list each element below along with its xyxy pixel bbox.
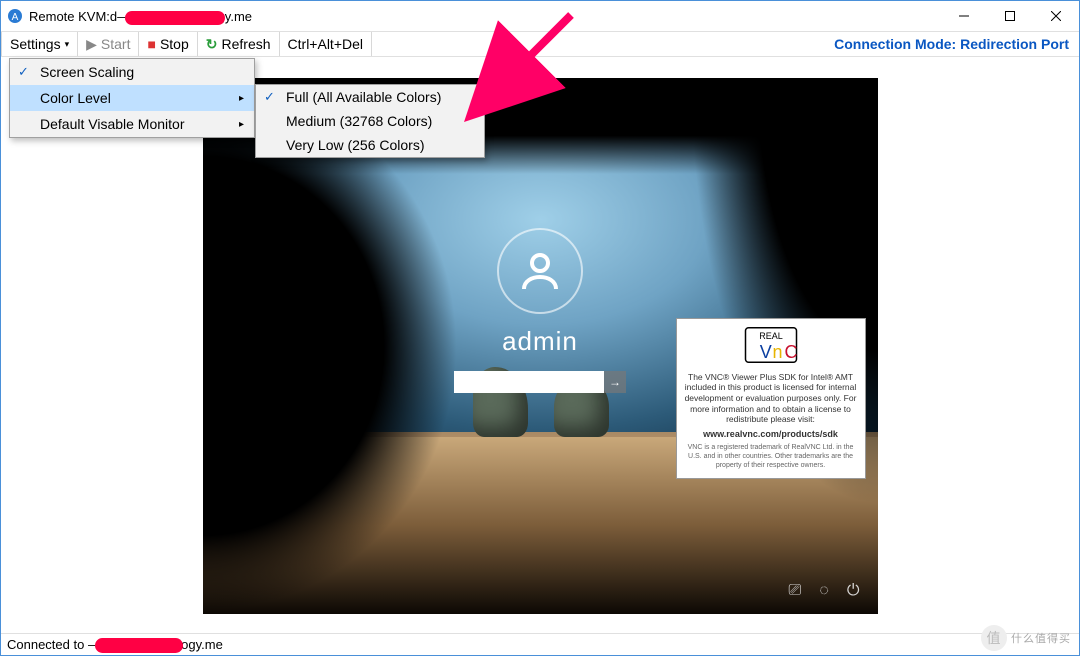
watermark-icon: 值 xyxy=(981,625,1007,651)
menu-default-monitor[interactable]: Default Visable Monitor ▸ xyxy=(10,111,254,137)
menu-label: Color Level xyxy=(40,90,111,106)
settings-menu-button[interactable]: Settings ▾ xyxy=(1,32,78,56)
password-row: → xyxy=(454,371,626,393)
svg-text:C: C xyxy=(784,342,797,362)
menu-label: Full (All Available Colors) xyxy=(286,89,441,105)
color-full[interactable]: Full (All Available Colors) xyxy=(256,85,484,109)
vnc-small-print: VNC is a registered trademark of RealVNC… xyxy=(685,444,857,470)
username-label: admin xyxy=(454,326,626,357)
connection-mode-label: Connection Mode: Redirection Port xyxy=(824,32,1079,56)
close-button[interactable] xyxy=(1033,1,1079,31)
vnc-text: The VNC® Viewer Plus SDK for Intel® AMT … xyxy=(685,372,857,425)
svg-text:REAL: REAL xyxy=(759,331,783,341)
start-label: Start xyxy=(101,36,131,52)
refresh-label: Refresh xyxy=(222,36,271,52)
statusbar: Connected to ————e.synology.me xyxy=(1,633,1079,655)
svg-text:V: V xyxy=(759,342,771,362)
play-icon: ▶ xyxy=(86,36,97,53)
svg-text:n: n xyxy=(772,342,782,362)
settings-label: Settings xyxy=(10,36,61,52)
ease-of-access-icon[interactable]: ◌ xyxy=(819,582,829,600)
menu-label: Very Low (256 Colors) xyxy=(286,137,425,153)
login-corner-icons: ⎚ ◌ ⏻ xyxy=(789,582,860,600)
color-verylow[interactable]: Very Low (256 Colors) xyxy=(256,133,484,157)
remote-screen[interactable]: admin → REAL V n C The VNC® Viewer Pl xyxy=(203,78,878,614)
refresh-icon: ↻ xyxy=(206,36,218,53)
cad-label: Ctrl+Alt+Del xyxy=(288,36,363,52)
stop-label: Stop xyxy=(160,36,189,52)
app-icon: A xyxy=(7,8,23,24)
window-controls xyxy=(941,1,1079,31)
watermark: 值 什么值得买 xyxy=(981,625,1071,651)
menu-label: Screen Scaling xyxy=(40,64,134,80)
svg-text:A: A xyxy=(12,12,19,23)
window-title: Remote KVM:d————e.synology.me xyxy=(29,9,252,24)
color-medium[interactable]: Medium (32768 Colors) xyxy=(256,109,484,133)
password-input[interactable] xyxy=(454,371,604,393)
titlebar: A Remote KVM:d————e.synology.me xyxy=(1,1,1079,31)
ctrl-alt-del-button[interactable]: Ctrl+Alt+Del xyxy=(280,32,372,56)
color-level-submenu: Full (All Available Colors) Medium (3276… xyxy=(255,84,485,158)
user-avatar-icon xyxy=(497,228,583,314)
refresh-button[interactable]: ↻ Refresh xyxy=(198,32,280,56)
windows-login: admin → xyxy=(454,228,626,393)
titlebar-left: A Remote KVM:d————e.synology.me xyxy=(7,8,252,24)
watermark-text: 什么值得买 xyxy=(1011,630,1071,646)
power-icon[interactable]: ⏻ xyxy=(847,582,860,600)
menu-screen-scaling[interactable]: Screen Scaling xyxy=(10,59,254,85)
caret-down-icon: ▾ xyxy=(65,39,70,50)
maximize-button[interactable] xyxy=(987,1,1033,31)
remote-viewer: admin → REAL V n C The VNC® Viewer Pl xyxy=(1,59,1079,633)
submenu-arrow-icon: ▸ xyxy=(239,93,244,104)
menu-label: Default Visable Monitor xyxy=(40,116,184,132)
submenu-arrow-icon: ▸ xyxy=(239,119,244,130)
menu-color-level[interactable]: Color Level ▸ xyxy=(10,85,254,111)
vnc-sdk-notice: REAL V n C The VNC® Viewer Plus SDK for … xyxy=(676,318,866,479)
settings-dropdown: Screen Scaling Color Level ▸ Default Vis… xyxy=(9,58,255,138)
stop-icon: ■ xyxy=(147,36,155,52)
network-icon[interactable]: ⎚ xyxy=(789,582,802,600)
stop-button[interactable]: ■ Stop xyxy=(139,32,197,56)
minimize-button[interactable] xyxy=(941,1,987,31)
redaction-mark xyxy=(125,11,225,25)
realvnc-logo: REAL V n C xyxy=(685,325,857,368)
redaction-mark xyxy=(95,638,183,653)
submit-login-button[interactable]: → xyxy=(604,371,626,393)
app-window: A Remote KVM:d————e.synology.me Settings… xyxy=(0,0,1080,656)
vnc-url: www.realvnc.com/products/sdk xyxy=(685,429,857,440)
start-button[interactable]: ▶ Start xyxy=(78,32,139,56)
menu-label: Medium (32768 Colors) xyxy=(286,113,432,129)
toolbar: Settings ▾ ▶ Start ■ Stop ↻ Refresh Ctrl… xyxy=(1,31,1079,57)
